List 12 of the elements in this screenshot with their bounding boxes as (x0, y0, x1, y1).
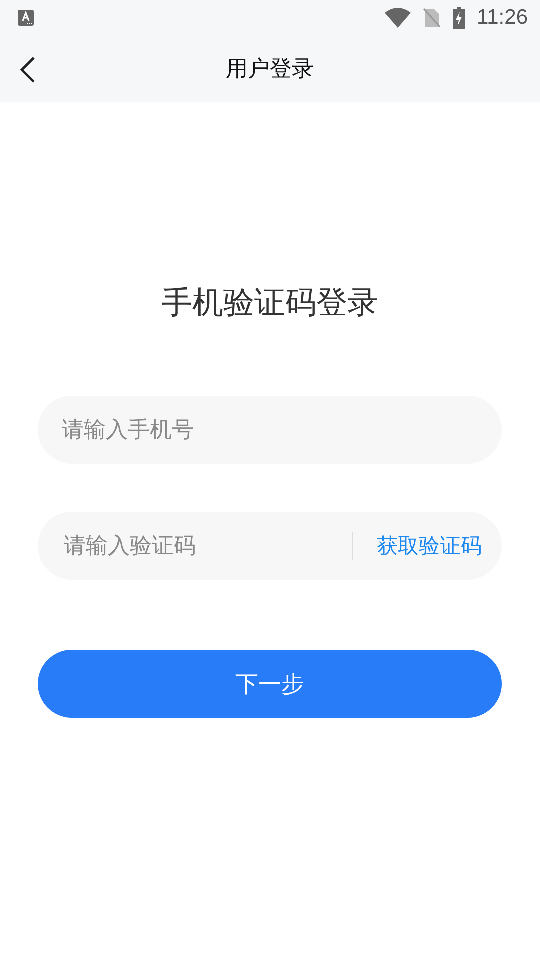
page-title: 用户登录 (226, 56, 314, 84)
wifi-icon (385, 8, 411, 28)
next-step-button[interactable]: 下一步 (38, 650, 502, 718)
code-input-field[interactable]: 请输入验证码 获取验证码 (38, 512, 502, 580)
battery-charging-icon (453, 7, 465, 29)
no-sim-icon (423, 8, 441, 28)
status-time: 11:26 (477, 6, 528, 30)
login-heading: 手机验证码登录 (162, 284, 378, 323)
back-icon (20, 56, 36, 84)
get-code-link[interactable]: 获取验证码 (377, 532, 482, 560)
phone-input-field[interactable]: 请输入手机号 (38, 396, 502, 464)
keyboard-app-icon (18, 10, 34, 26)
